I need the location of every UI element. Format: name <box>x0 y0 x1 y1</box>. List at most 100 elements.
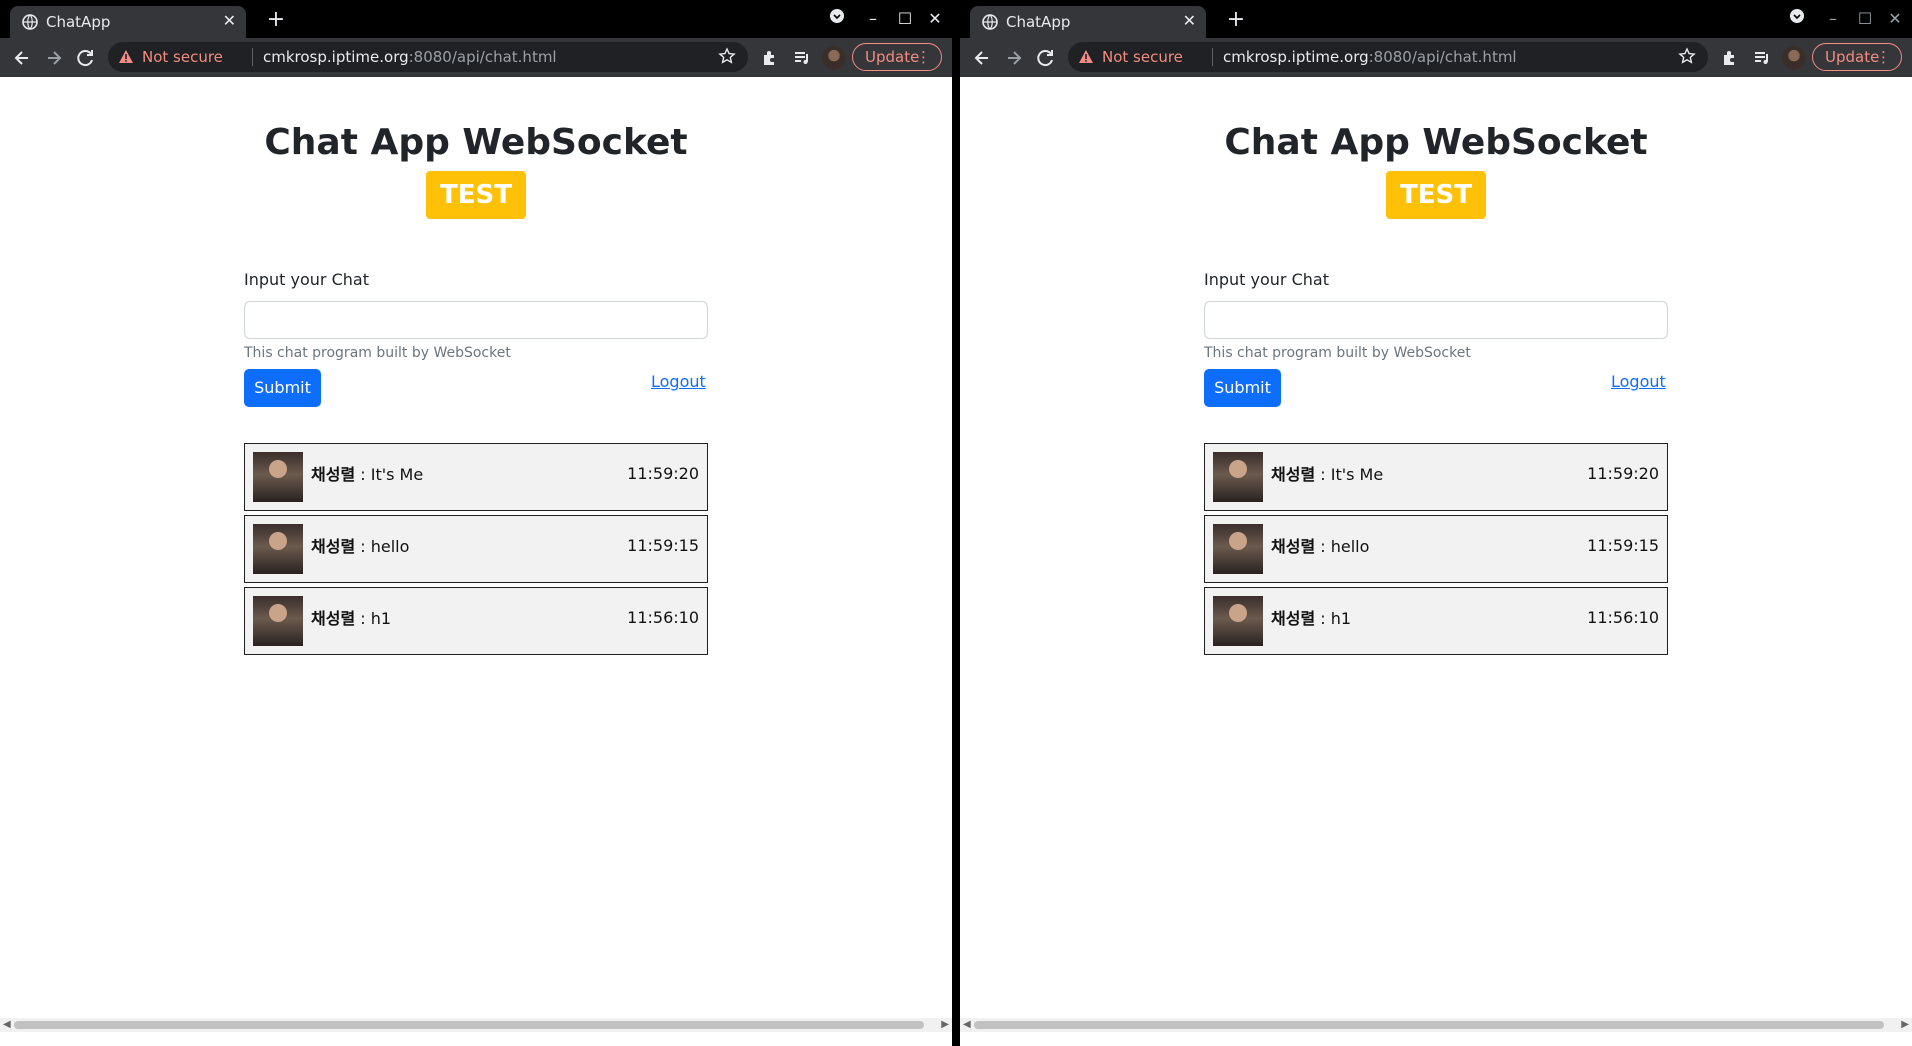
message-user: 채성렬 <box>1271 465 1316 484</box>
puzzle-icon[interactable] <box>1720 48 1740 68</box>
back-arrow-icon[interactable] <box>968 44 996 72</box>
message-body: : hello <box>1315 537 1370 556</box>
scroll-right-icon[interactable]: ▶ <box>941 1018 949 1032</box>
url-host: cmkrosp.iptime.org <box>1223 48 1369 66</box>
browser-tab[interactable]: ChatApp ✕ <box>10 6 246 38</box>
address-bar[interactable]: Not secure cmkrosp.iptime.org:8080/api/c… <box>108 42 748 72</box>
chat-input[interactable] <box>1204 301 1668 339</box>
page-title: Chat App WebSocket <box>1224 122 1648 163</box>
submit-button[interactable]: Submit <box>1204 369 1281 407</box>
test-badge: TEST <box>1386 171 1486 219</box>
chat-message: 채성렬 : It's Me 11:59:20 <box>244 443 708 511</box>
forward-arrow-icon[interactable] <box>40 44 68 72</box>
profile-avatar[interactable] <box>822 46 846 70</box>
scroll-left-icon[interactable]: ◀ <box>963 1018 971 1032</box>
profile-dropdown-icon[interactable] <box>1784 6 1810 32</box>
logout-link[interactable]: Logout <box>651 372 706 391</box>
avatar <box>253 596 303 646</box>
message-time: 11:59:20 <box>627 464 699 483</box>
window-close-icon[interactable]: ✕ <box>922 6 948 32</box>
chat-input-label: Input your Chat <box>1204 270 1329 289</box>
message-body: : It's Me <box>1315 465 1384 484</box>
back-arrow-icon[interactable] <box>8 44 36 72</box>
horizontal-scrollbar[interactable]: ◀ ▶ <box>960 1018 1912 1032</box>
tab-title: ChatApp <box>46 13 111 31</box>
globe-icon <box>982 14 998 30</box>
security-status[interactable]: Not secure <box>142 48 223 66</box>
horizontal-scrollbar[interactable]: ◀ ▶ <box>0 1018 952 1032</box>
test-badge: TEST <box>426 171 526 219</box>
omnibox-divider <box>252 48 253 66</box>
window-close-icon[interactable]: ✕ <box>1882 6 1908 32</box>
avatar <box>1213 452 1263 502</box>
message-user: 채성렬 <box>1271 537 1316 556</box>
avatar <box>1213 524 1263 574</box>
chat-message: 채성렬 : h1 11:56:10 <box>244 587 708 655</box>
message-user: 채성렬 <box>311 465 356 484</box>
url-path: :8080/api/chat.html <box>408 48 557 66</box>
scroll-right-icon[interactable]: ▶ <box>1901 1018 1909 1032</box>
star-icon[interactable] <box>718 47 736 65</box>
logout-link[interactable]: Logout <box>1611 372 1666 391</box>
media-control-icon[interactable] <box>1752 48 1772 68</box>
message-body: : h1 <box>355 609 392 628</box>
kebab-menu-icon[interactable]: ⋮ <box>1876 44 1891 70</box>
scroll-left-icon[interactable]: ◀ <box>3 1018 11 1032</box>
plus-icon[interactable]: + <box>262 6 290 34</box>
message-body: : hello <box>355 537 410 556</box>
message-time: 11:59:15 <box>1587 536 1659 555</box>
forward-arrow-icon[interactable] <box>1000 44 1028 72</box>
page-title: Chat App WebSocket <box>264 122 688 163</box>
browser-tab[interactable]: ChatApp ✕ <box>970 6 1206 38</box>
tab-strip: ChatApp ✕ + – ☐ ✕ <box>960 0 1912 38</box>
tab-title: ChatApp <box>1006 13 1071 31</box>
chat-message: 채성렬 : h1 11:56:10 <box>1204 587 1668 655</box>
update-button[interactable]: Update ⋮ <box>1812 43 1902 71</box>
browser-toolbar: Not secure cmkrosp.iptime.org:8080/api/c… <box>0 38 952 77</box>
warning-icon <box>119 50 133 63</box>
update-label: Update <box>1825 48 1880 66</box>
chat-input-label: Input your Chat <box>244 270 369 289</box>
chat-message: 채성렬 : hello 11:59:15 <box>244 515 708 583</box>
browser-window-left: ChatApp ✕ + – ☐ ✕ Not secure cmkrosp.ipt… <box>0 0 952 1046</box>
star-icon[interactable] <box>1678 47 1696 65</box>
url-text[interactable]: cmkrosp.iptime.org:8080/api/chat.html <box>263 48 557 66</box>
close-icon[interactable]: ✕ <box>223 11 236 30</box>
maximize-icon[interactable]: ☐ <box>892 6 918 32</box>
reload-icon[interactable] <box>72 44 100 72</box>
submit-button[interactable]: Submit <box>244 369 321 407</box>
minimize-icon[interactable]: – <box>860 6 886 32</box>
warning-icon <box>1079 50 1093 63</box>
chat-message: 채성렬 : hello 11:59:15 <box>1204 515 1668 583</box>
address-bar[interactable]: Not secure cmkrosp.iptime.org:8080/api/c… <box>1068 42 1708 72</box>
message-text: 채성렬 : h1 <box>311 605 391 629</box>
scrollbar-thumb[interactable] <box>974 1021 1884 1029</box>
url-text[interactable]: cmkrosp.iptime.org:8080/api/chat.html <box>1223 48 1517 66</box>
message-time: 11:59:15 <box>627 536 699 555</box>
tab-strip: ChatApp ✕ + – ☐ ✕ <box>0 0 952 38</box>
security-status[interactable]: Not secure <box>1102 48 1183 66</box>
kebab-menu-icon[interactable]: ⋮ <box>916 44 931 70</box>
avatar <box>1213 596 1263 646</box>
update-label: Update <box>865 48 920 66</box>
minimize-icon[interactable]: – <box>1820 6 1846 32</box>
close-icon[interactable]: ✕ <box>1183 11 1196 30</box>
maximize-icon[interactable]: ☐ <box>1852 6 1878 32</box>
message-time: 11:59:20 <box>1587 464 1659 483</box>
chat-input[interactable] <box>244 301 708 339</box>
avatar <box>253 452 303 502</box>
message-text: 채성렬 : h1 <box>1271 605 1351 629</box>
url-path: :8080/api/chat.html <box>1368 48 1517 66</box>
profile-dropdown-icon[interactable] <box>824 6 850 32</box>
help-text: This chat program built by WebSocket <box>244 345 511 361</box>
puzzle-icon[interactable] <box>760 48 780 68</box>
plus-icon[interactable]: + <box>1222 6 1250 34</box>
update-button[interactable]: Update ⋮ <box>852 43 942 71</box>
profile-avatar[interactable] <box>1782 46 1806 70</box>
message-user: 채성렬 <box>1271 609 1316 628</box>
scrollbar-thumb[interactable] <box>14 1021 924 1029</box>
media-control-icon[interactable] <box>792 48 812 68</box>
help-text: This chat program built by WebSocket <box>1204 345 1471 361</box>
reload-icon[interactable] <box>1032 44 1060 72</box>
message-time: 11:56:10 <box>627 608 699 627</box>
